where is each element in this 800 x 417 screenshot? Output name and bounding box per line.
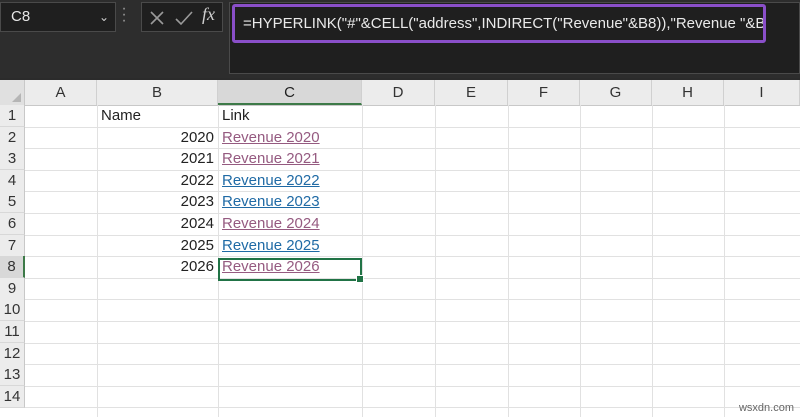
row-header-4[interactable]: 4 [0, 169, 25, 192]
year-cell: 2020 [180, 128, 214, 146]
hyperlink-cell[interactable]: Revenue 2020 [218, 127, 362, 149]
gridline-col [652, 105, 653, 417]
gridline-row [25, 407, 800, 409]
gridline-row [25, 364, 800, 366]
spreadsheet-grid[interactable]: ABCDEFGHI 1 2 3 4 5 6 7 8 9 10 11 12 13 14 Name Link 20… [0, 80, 800, 417]
row-header-14[interactable]: 14 [0, 385, 25, 408]
select-all-corner[interactable] [0, 80, 25, 105]
year-cell: 2024 [180, 215, 214, 232]
row-header-13[interactable]: 13 [0, 364, 25, 387]
row-header-8[interactable]: 8 [0, 256, 25, 279]
row-header-6[interactable]: 6 [0, 213, 25, 235]
hyperlink-cell[interactable]: Revenue 2025 [218, 235, 362, 257]
name-box-value: C8 [11, 8, 31, 25]
gridline-row [25, 299, 800, 301]
hyperlink-cell[interactable]: Revenue 2022 [218, 170, 362, 192]
gridline-col [580, 105, 581, 417]
year-cell: 2026 [180, 258, 214, 276]
column-header-b[interactable]: B [97, 80, 218, 105]
hyperlink-cell[interactable]: Revenue 2024 [218, 213, 362, 235]
name-box[interactable]: C8 ⌄ [0, 2, 116, 32]
column-header-g[interactable]: G [580, 80, 652, 105]
watermark: wsxdn.com [738, 402, 794, 414]
gridline-col [362, 105, 363, 417]
column-header-e[interactable]: E [435, 80, 508, 105]
column-header-a[interactable]: A [25, 80, 97, 105]
column-header-i[interactable]: I [724, 80, 800, 105]
year-cell: 2021 [180, 150, 214, 168]
row-header-10[interactable]: 10 [0, 299, 25, 322]
gridline-row [25, 385, 800, 387]
gridline-col [724, 105, 725, 417]
row-header-12[interactable]: 12 [0, 342, 25, 365]
header-link-cell: Link [222, 107, 250, 124]
year-cell: 2022 [180, 171, 214, 189]
row-header-3[interactable]: 3 [0, 148, 25, 171]
gridline-col [435, 105, 436, 417]
selected-cell-c8 [218, 258, 364, 283]
row-header-2[interactable]: 2 [0, 126, 25, 149]
header-name-cell: Name [101, 107, 142, 124]
more-options-icon[interactable]: · · · [121, 1, 127, 29]
column-header-f[interactable]: F [508, 80, 580, 105]
enter-check-icon[interactable] [174, 9, 194, 27]
gridline-col [508, 105, 509, 417]
cancel-icon[interactable] [148, 9, 166, 27]
row-header-1[interactable]: 1 [0, 105, 25, 127]
year-cell: 2025 [180, 236, 214, 254]
column-header-c[interactable]: C [218, 80, 362, 105]
hyperlink-cell[interactable]: Revenue 2021 [218, 148, 362, 170]
hyperlink-cell[interactable]: Revenue 2023 [218, 191, 362, 213]
formula-input[interactable]: =HYPERLINK("#"&CELL("address",INDIRECT("… [232, 4, 766, 43]
gridline-row [25, 342, 800, 344]
insert-function-icon[interactable]: fx [202, 4, 215, 25]
formula-bar-area: C8 ⌄ · · · fx =HYPERLINK("#"&CELL("address… [0, 0, 800, 78]
column-header-d[interactable]: D [362, 80, 435, 105]
row-header-7[interactable]: 7 [0, 234, 25, 257]
row-header-11[interactable]: 11 [0, 321, 25, 343]
gridline-row [25, 321, 800, 322]
year-cell: 2023 [180, 193, 214, 211]
chevron-down-icon[interactable]: ⌄ [99, 3, 109, 31]
row-header-5[interactable]: 5 [0, 191, 25, 214]
row-header-9[interactable]: 9 [0, 277, 25, 300]
column-header-h[interactable]: H [652, 80, 724, 105]
